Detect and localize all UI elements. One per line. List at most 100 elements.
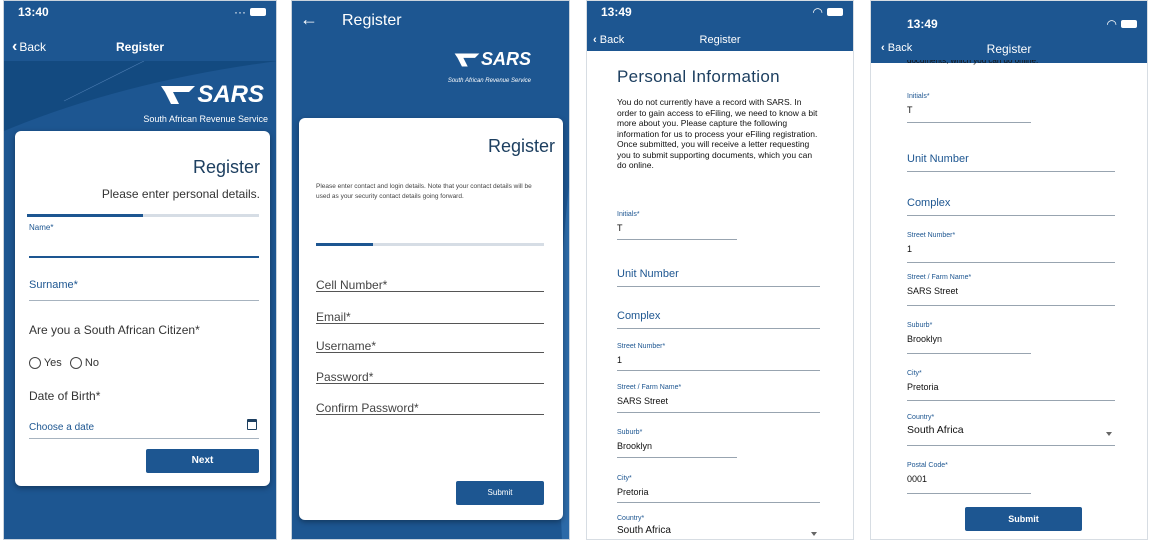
street-number-value: 1 [617,355,623,365]
cell-number-label: Cell Number* [316,278,388,292]
email-field[interactable]: Email* [316,308,544,324]
suburb-label: Suburb* [617,429,643,436]
status-icons: ◠ [1107,17,1137,31]
initials-value: T [617,223,623,233]
initials-value: T [907,105,913,115]
header: 13:49 ◠ ‹ Back Register [587,1,853,51]
country-value: South Africa [907,424,964,436]
progress-fill [27,214,143,217]
street-name-label: Street / Farm Name* [907,274,972,281]
register-screen-contact: ← Register SARS South African Revenue Se… [291,0,570,540]
complex-field[interactable]: Complex [617,310,820,322]
citizen-radio-group: Yes No [29,357,99,370]
street-name-label: Street / Farm Name* [617,384,682,391]
cell-number-field[interactable]: Cell Number* [316,276,544,292]
radio-yes-label: Yes [43,357,62,369]
street-number-field[interactable]: Street Number* 1 [907,232,1115,254]
nav-bar: ‹ Back Register [4,21,276,61]
email-label: Email* [316,310,351,324]
surname-label: Surname* [29,279,78,291]
street-number-field[interactable]: Street Number* 1 [617,343,820,365]
complex-label: Complex [907,197,951,209]
city-label: City* [907,370,922,377]
city-value: Pretoria [617,487,649,497]
battery-icon [827,8,843,16]
register-screen-personal: 13:40 ··· ‹ Back Register SARS South Afr… [3,0,277,540]
submit-button[interactable]: Submit [456,481,544,505]
radio-circle-icon [69,357,82,370]
header: 13:49 ◠ ‹ Back Register [871,1,1147,63]
username-field[interactable]: Username* [316,337,544,353]
unit-number-field[interactable]: Unit Number [617,268,820,280]
city-field[interactable]: City* Pretoria [907,370,1115,392]
name-field[interactable]: Name* [29,223,259,258]
dropdown-caret-icon[interactable] [1106,432,1112,436]
surname-field[interactable]: Surname* [29,279,259,301]
sars-logo-mark-icon [454,52,480,67]
suburb-field[interactable]: Suburb* Brooklyn [907,322,1031,344]
status-time: 13:49 [601,5,632,19]
next-button[interactable]: Next [146,449,259,473]
citizen-question: Are you a South African Citizen* [29,323,200,337]
calendar-icon[interactable] [247,419,257,430]
radio-yes[interactable]: Yes [29,357,62,370]
postal-code-field[interactable]: Postal Code* 0001 [907,462,1031,484]
country-label: Country* [907,414,935,421]
wifi-icon: ◠ [812,5,823,19]
nav-title: Register [115,40,165,54]
city-field[interactable]: City* Pretoria [617,475,820,497]
suburb-underline [617,457,737,458]
sars-logo-mark-icon [161,86,196,104]
complex-underline [617,328,820,329]
sars-logo: SARS [453,49,531,70]
initials-field[interactable]: Initials* T [907,93,1031,115]
radio-no[interactable]: No [69,357,99,370]
city-underline [617,502,820,503]
initials-field[interactable]: Initials* T [617,211,737,233]
initials-label: Initials* [617,211,640,218]
password-field[interactable]: Password* [316,368,544,384]
arrow-left-icon[interactable]: ← [300,9,318,30]
complex-label: Complex [617,310,661,322]
password-label: Password* [316,370,374,384]
street-number-label: Street Number* [907,232,956,239]
street-name-field[interactable]: Street / Farm Name* SARS Street [617,384,820,406]
dob-placeholder: Choose a date [29,422,95,433]
dropdown-caret-icon[interactable] [811,532,817,536]
sars-logo-text: SARS [197,81,264,108]
nav-title: Register [699,34,741,46]
intro-text-cut: documents, which you can do online. [907,60,1039,65]
street-name-field[interactable]: Street / Farm Name* SARS Street [907,274,1115,296]
suburb-field[interactable]: Suburb* Brooklyn [617,429,737,451]
register-card: Register Please enter contact and login … [299,118,563,520]
header: ← Register SARS South African Revenue Se… [292,1,569,111]
name-label: Name* [29,223,54,232]
street-number-underline [907,262,1115,263]
country-select[interactable]: Country* South Africa [907,414,1115,436]
submit-button[interactable]: Submit [965,507,1082,531]
street-name-value: SARS Street [617,396,669,406]
unit-number-label: Unit Number [907,153,969,165]
postal-code-label: Postal Code* [907,462,948,469]
initials-label: Initials* [907,93,930,100]
radio-no-label: No [84,357,99,369]
country-select[interactable]: Country* South Africa [617,515,820,536]
progress-fill [316,243,373,246]
street-number-label: Street Number* [617,343,666,350]
unit-number-label: Unit Number [617,268,679,280]
dob-field[interactable]: Choose a date [29,417,259,439]
complex-field[interactable]: Complex [907,197,1115,209]
card-title: Register [192,157,260,177]
suburb-underline [907,353,1031,354]
country-value: South Africa [617,525,671,536]
unit-number-field[interactable]: Unit Number [907,153,1115,165]
street-number-value: 1 [907,244,913,254]
confirm-password-field[interactable]: Confirm Password* [316,399,544,415]
card-subtitle: Please enter personal details. [101,187,260,201]
battery-icon [250,8,266,16]
battery-icon [1121,20,1137,28]
register-card: Register Please enter personal details. … [15,131,270,486]
city-value: Pretoria [907,382,939,392]
status-bar: 13:49 ◠ [871,9,1147,31]
username-label: Username* [316,339,377,353]
